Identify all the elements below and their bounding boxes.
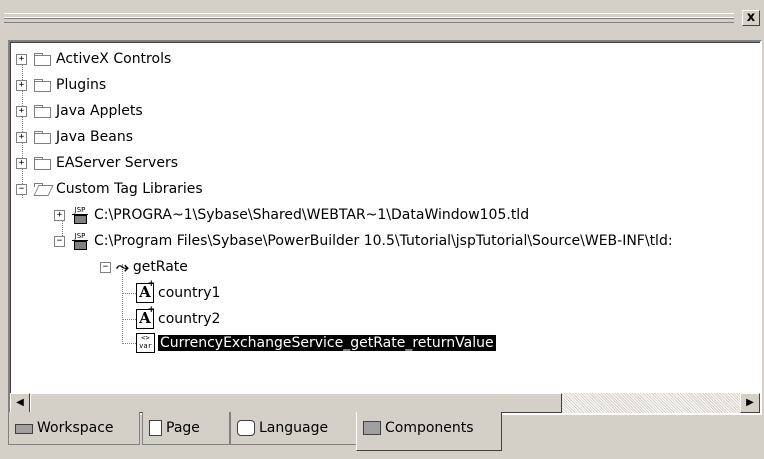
expand-button[interactable]: + — [16, 132, 27, 143]
panel-titlebar[interactable]: x — [0, 0, 764, 36]
scroll-left-button[interactable]: ◀ — [10, 393, 30, 413]
horizontal-scrollbar[interactable]: ◀ ▶ — [10, 393, 760, 413]
tab-page[interactable]: Page — [142, 412, 230, 445]
drag-grip[interactable] — [4, 13, 734, 23]
tab-workspace[interactable]: Workspace — [8, 412, 140, 445]
attribute-icon: A — [136, 280, 155, 303]
folder-icon — [34, 157, 51, 170]
method-icon: ⤳ — [116, 257, 129, 276]
tab-label: Page — [166, 420, 200, 436]
tab-label: Components — [385, 420, 474, 436]
open-folder-icon — [33, 183, 54, 196]
tree-item-label: country1 — [158, 285, 221, 301]
folder-icon — [34, 105, 51, 118]
collapse-button[interactable]: − — [100, 262, 111, 273]
folder-icon — [34, 131, 51, 144]
expand-button[interactable]: + — [16, 158, 27, 169]
scroll-track[interactable] — [562, 393, 740, 413]
components-panel: + ActiveX Controls + Plugins + Java Appl… — [8, 40, 762, 415]
components-icon — [363, 421, 381, 435]
language-icon — [237, 420, 255, 436]
scroll-thumb[interactable] — [30, 393, 562, 413]
scroll-right-button[interactable]: ▶ — [740, 393, 760, 413]
folder-icon — [34, 53, 51, 66]
expand-button[interactable]: + — [16, 106, 27, 117]
jsp-tld-icon: JSP — [72, 233, 88, 250]
tree-item-label: ActiveX Controls — [56, 51, 172, 67]
expand-button[interactable]: + — [54, 210, 65, 221]
attribute-icon: A — [136, 306, 155, 329]
tree-item-return-value[interactable]: <> var CurrencyExchangeService_getRate_ret… — [136, 332, 496, 354]
collapse-button[interactable]: − — [16, 184, 27, 195]
close-button[interactable]: x — [742, 10, 760, 26]
tree-item-label: getRate — [132, 259, 188, 275]
tree-item-label: Plugins — [56, 77, 107, 93]
tab-label: Language — [259, 420, 329, 436]
tree-item-label: EAServer Servers — [56, 155, 178, 171]
tree-item-label-selected: CurrencyExchangeService_getRate_returnVa… — [158, 335, 496, 351]
components-tree[interactable]: + ActiveX Controls + Plugins + Java Appl… — [10, 42, 760, 391]
workspace-icon — [15, 424, 33, 434]
tab-language[interactable]: Language — [230, 412, 358, 445]
folder-icon — [34, 79, 51, 92]
tree-item-label: C:\PROGRA~1\Sybase\Shared\WEBTAR~1\DataW… — [94, 207, 530, 223]
tree-item-label: Java Beans — [56, 129, 133, 145]
tab-components[interactable]: Components — [356, 412, 502, 451]
tree-item-label: country2 — [158, 311, 221, 327]
expand-button[interactable]: + — [16, 54, 27, 65]
page-icon — [149, 420, 162, 436]
tree-item-label: Custom Tag Libraries — [56, 181, 203, 197]
jsp-tld-icon: JSP — [72, 207, 88, 224]
tree-item-label: Java Applets — [56, 103, 143, 119]
variable-icon: <> var — [136, 333, 155, 353]
expand-button[interactable]: + — [16, 80, 27, 91]
tree-item-country2[interactable]: Acountry2 — [136, 306, 221, 330]
collapse-button[interactable]: − — [54, 236, 65, 247]
tree-item-country1[interactable]: Acountry1 — [136, 280, 221, 304]
tree-item-label: C:\Program Files\Sybase\PowerBuilder 10.… — [94, 233, 673, 249]
tab-label: Workspace — [37, 420, 114, 436]
